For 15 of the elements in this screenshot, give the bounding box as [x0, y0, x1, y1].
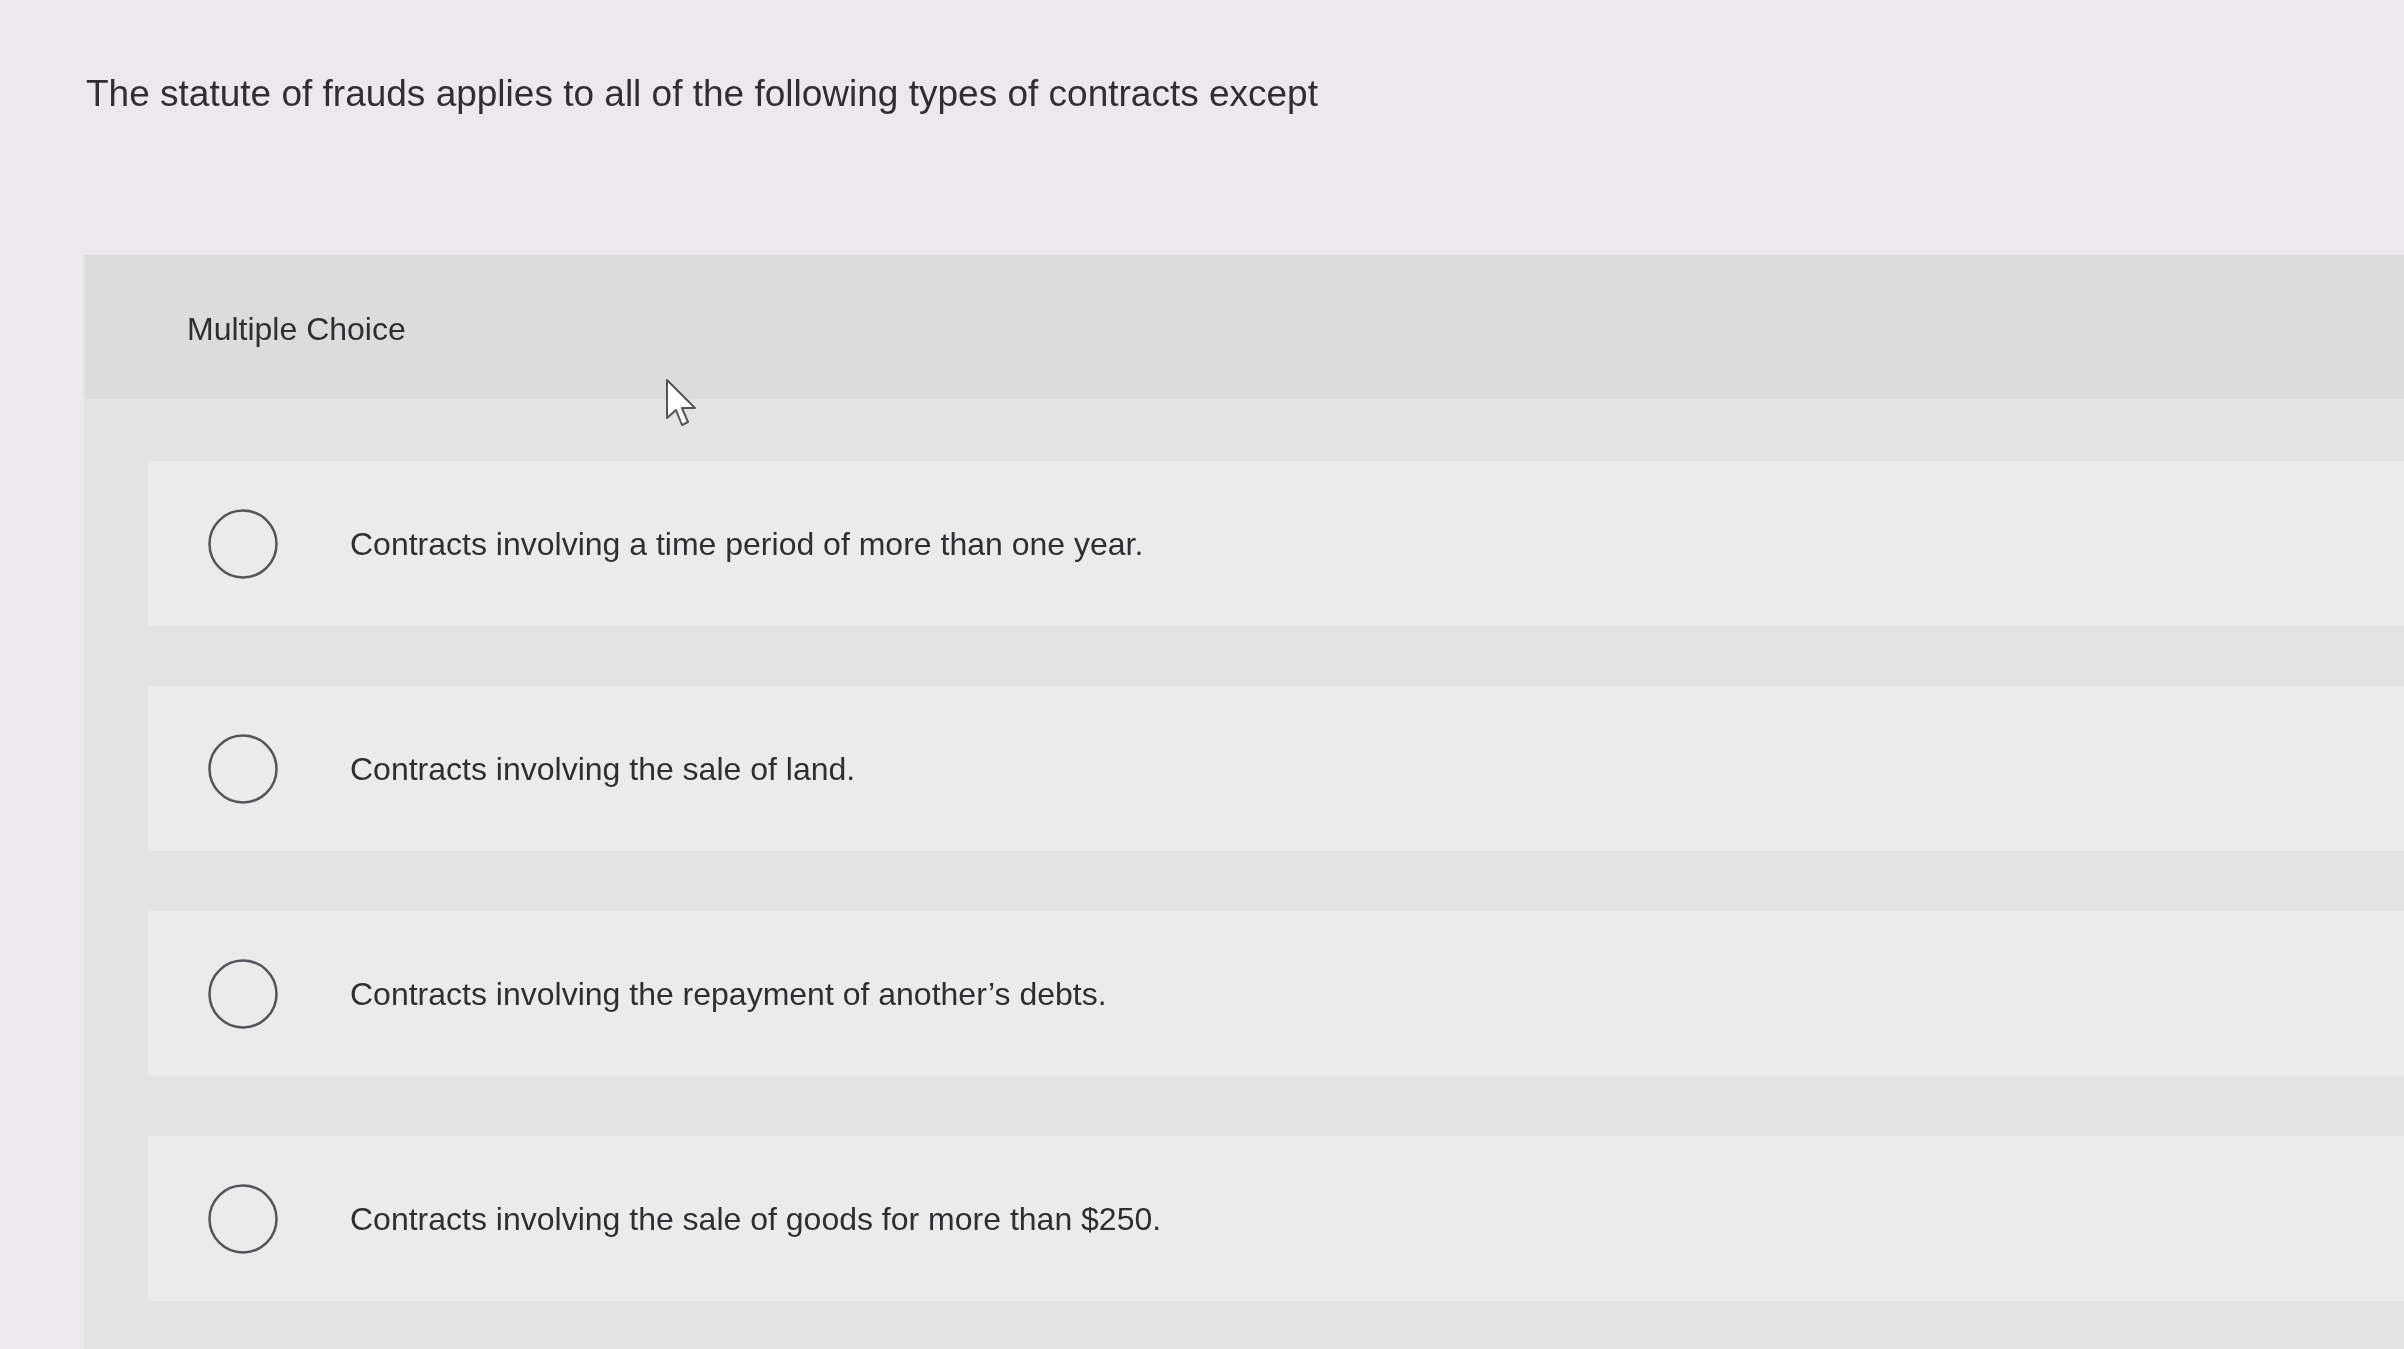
option-text: Contracts involving the sale of goods for more than $250.: [350, 1199, 1162, 1239]
option-text: Contracts involving the repayment of another’s debts.: [350, 974, 1107, 1014]
radio-button[interactable]: [208, 1183, 278, 1254]
mouse-pointer-icon: [665, 378, 699, 428]
answer-option[interactable]: Contracts involving the repayment of another’s debts.: [148, 911, 2404, 1076]
radio-button[interactable]: [208, 508, 278, 579]
question-text: The statute of frauds applies to all of the following types of contracts except: [86, 72, 1318, 116]
option-text: Contracts involving a time period of more than one year.: [350, 524, 1144, 564]
panel-heading: Multiple Choice: [187, 310, 406, 348]
answer-option[interactable]: Contracts involving a time period of more than one year.: [148, 461, 2404, 626]
answer-option[interactable]: Contracts involving the sale of land.: [148, 686, 2404, 851]
radio-button[interactable]: [208, 958, 278, 1029]
radio-button[interactable]: [208, 733, 278, 804]
answer-option[interactable]: Contracts involving the sale of goods for more than $250.: [148, 1136, 2404, 1301]
option-text: Contracts involving the sale of land.: [350, 749, 856, 789]
